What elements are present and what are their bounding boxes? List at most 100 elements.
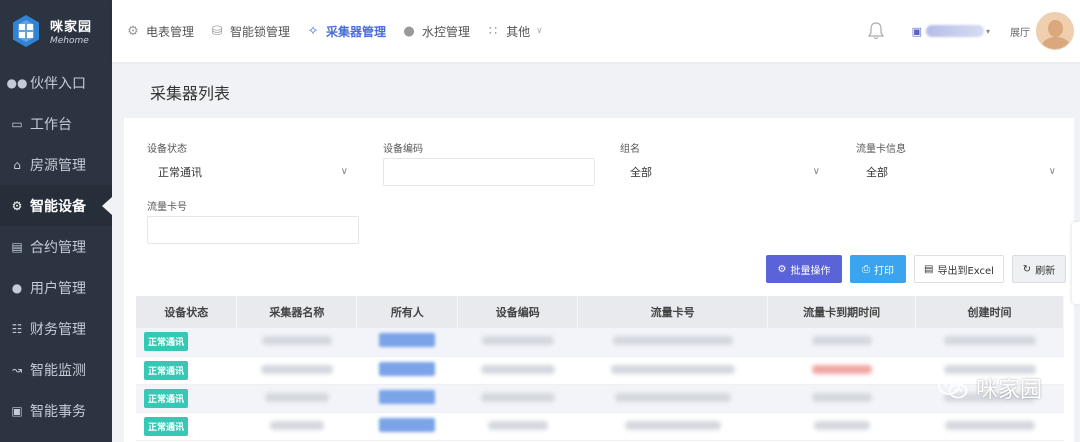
logo-text: 咪家园 Mehome bbox=[50, 16, 92, 46]
sidebar-item-housing[interactable]: ⌂ 房源管理 bbox=[0, 144, 112, 185]
logo-subtitle: Mehome bbox=[50, 36, 89, 46]
watermark-text: 咪家园 bbox=[975, 378, 1042, 403]
tab-meter[interactable]: ⚙ 电表管理 bbox=[126, 23, 194, 40]
sidebar-item-workbench[interactable]: ▭ 工作台 bbox=[0, 103, 112, 144]
device-code-input[interactable] bbox=[383, 158, 595, 186]
monitor-icon: ▭ bbox=[11, 116, 23, 131]
redacted-cell bbox=[811, 336, 872, 346]
sidebar-item-finance[interactable]: ☷ 财务管理 bbox=[0, 308, 112, 349]
sidebar-item-label: 房源管理 bbox=[30, 157, 86, 174]
redacted-cell bbox=[610, 364, 735, 374]
sidebar-item-smart-devices[interactable]: ⚙ 智能设备 bbox=[0, 185, 112, 226]
owner-tag-redacted[interactable] bbox=[379, 389, 436, 404]
group-label: 组名 bbox=[620, 144, 640, 155]
redacted-cell bbox=[261, 336, 332, 346]
side-panel-handle[interactable] bbox=[1072, 222, 1080, 304]
device-status-value: 正常通讯 bbox=[158, 166, 202, 179]
redacted-cell bbox=[481, 336, 554, 346]
tab-label: 水控管理 bbox=[422, 24, 471, 39]
gear-icon: ⚙ bbox=[777, 263, 787, 275]
column-header[interactable]: 采集器名称 bbox=[236, 296, 358, 328]
account-selector[interactable]: ▣ ▾ bbox=[912, 25, 990, 38]
sim-info-value: 全部 bbox=[866, 166, 888, 179]
grid-icon: ∷ bbox=[488, 23, 498, 39]
refresh-label: 刷新 bbox=[1035, 265, 1056, 277]
column-header[interactable]: 所有人 bbox=[356, 296, 459, 328]
tab-label: 智能锁管理 bbox=[230, 24, 291, 39]
settings-icon: ⚙ bbox=[127, 23, 139, 39]
bell-icon[interactable] bbox=[866, 21, 886, 41]
sidebar-item-label: 智能事务 bbox=[30, 403, 86, 420]
redacted-cell bbox=[943, 336, 1036, 346]
table-row[interactable]: 正常通讯 bbox=[136, 328, 1064, 357]
account-name-redacted bbox=[925, 25, 984, 37]
column-header[interactable]: 流量卡到期时间 bbox=[767, 296, 917, 328]
redacted-cell bbox=[269, 420, 324, 430]
avatar[interactable] bbox=[1036, 12, 1074, 50]
sidebar-item-contracts[interactable]: ▤ 合约管理 bbox=[0, 226, 112, 267]
top-right-tools: ▣ ▾ 展厅 bbox=[866, 0, 1080, 62]
sidebar-item-label: 财务管理 bbox=[30, 321, 86, 338]
sidebar-item-users[interactable]: ● 用户管理 bbox=[0, 267, 112, 308]
chevron-down-icon: ▾ bbox=[985, 26, 990, 36]
sidebar-item-affairs[interactable]: ▣ 智能事务 bbox=[0, 390, 112, 431]
table-row[interactable]: 正常通讯 bbox=[136, 412, 1064, 441]
sim-info-select[interactable]: 全部 ∨ bbox=[856, 158, 1064, 186]
sidebar: 咪家园 Mehome ●● 伙伴入口 ▭ 工作台 ⌂ 房源管理 ⚙ 智能设备 ▤… bbox=[0, 0, 112, 442]
group-select[interactable]: 全部 ∨ bbox=[620, 158, 828, 186]
users-icon: ●● bbox=[6, 75, 28, 90]
owner-tag-redacted[interactable] bbox=[379, 333, 436, 348]
sim-number-input[interactable] bbox=[147, 216, 359, 244]
tab-label: 采集器管理 bbox=[326, 24, 387, 39]
watermark: 咪家园 bbox=[938, 372, 1042, 404]
redacted-cell bbox=[264, 392, 329, 402]
redacted-cell bbox=[811, 392, 872, 402]
sidebar-item-label: 工作台 bbox=[30, 116, 72, 133]
table-row[interactable]: 正常通讯 bbox=[136, 356, 1064, 385]
status-badge: 正常通讯 bbox=[144, 360, 189, 380]
redacted-cell bbox=[944, 420, 1035, 430]
group-value: 全部 bbox=[630, 166, 652, 179]
sidebar-item-partner[interactable]: ●● 伙伴入口 bbox=[0, 62, 112, 103]
sidebar-item-label: 用户管理 bbox=[30, 280, 86, 297]
column-header[interactable]: 创建时间 bbox=[915, 296, 1064, 328]
redacted-cell bbox=[813, 420, 870, 430]
export-excel-label: 导出到Excel bbox=[937, 265, 994, 277]
device-code-label: 设备编码 bbox=[383, 144, 423, 155]
file-icon: ▤ bbox=[924, 263, 934, 275]
tab-smart-lock[interactable]: ⛁ 智能锁管理 bbox=[210, 23, 290, 40]
sidebar-item-label: 智能设备 bbox=[30, 198, 86, 215]
device-status-label: 设备状态 bbox=[147, 144, 187, 155]
gear-icon: ⚙ bbox=[11, 198, 23, 213]
tab-water-control[interactable]: ● 水控管理 bbox=[402, 23, 470, 40]
redacted-cell bbox=[487, 420, 548, 430]
print-icon: ⎙ bbox=[862, 263, 870, 275]
column-header[interactable]: 流量卡号 bbox=[577, 296, 769, 328]
owner-tag-redacted[interactable] bbox=[379, 417, 436, 432]
column-header[interactable]: 设备编码 bbox=[457, 296, 579, 328]
tab-label: 其他 bbox=[506, 24, 531, 39]
logo-icon bbox=[13, 15, 39, 47]
hall-label[interactable]: 展厅 bbox=[1010, 24, 1030, 39]
sim-info-label: 流量卡信息 bbox=[856, 144, 906, 155]
briefcase-icon: ▣ bbox=[911, 24, 922, 38]
database-icon: ☷ bbox=[11, 321, 23, 336]
water-drop-icon: ● bbox=[403, 23, 415, 39]
batch-operation-button[interactable]: ⚙ 批量操作 bbox=[766, 255, 842, 283]
column-header[interactable]: 设备状态 bbox=[136, 296, 238, 328]
sidebar-item-monitoring[interactable]: ↝ 智能监测 bbox=[0, 349, 112, 390]
refresh-button[interactable]: ↻ 刷新 bbox=[1012, 255, 1066, 283]
logo-name: 咪家园 bbox=[50, 20, 93, 35]
table-row[interactable]: 正常通讯 bbox=[136, 384, 1064, 413]
tab-other[interactable]: ∷ 其他 ∨ bbox=[486, 23, 543, 40]
sidebar-item-label: 伙伴入口 bbox=[30, 75, 86, 92]
export-excel-button[interactable]: ▤ 导出到Excel bbox=[914, 255, 1004, 283]
device-status-select[interactable]: 正常通讯 ∨ bbox=[148, 158, 356, 186]
batch-operation-label: 批量操作 bbox=[790, 265, 831, 277]
redacted-cell bbox=[811, 364, 872, 374]
owner-tag-redacted[interactable] bbox=[379, 361, 436, 376]
tab-collector[interactable]: ✧ 采集器管理 bbox=[306, 23, 386, 40]
logo[interactable]: 咪家园 Mehome bbox=[0, 0, 112, 62]
print-button[interactable]: ⎙ 打印 bbox=[850, 255, 906, 283]
sim-number-label: 流量卡号 bbox=[147, 202, 187, 213]
